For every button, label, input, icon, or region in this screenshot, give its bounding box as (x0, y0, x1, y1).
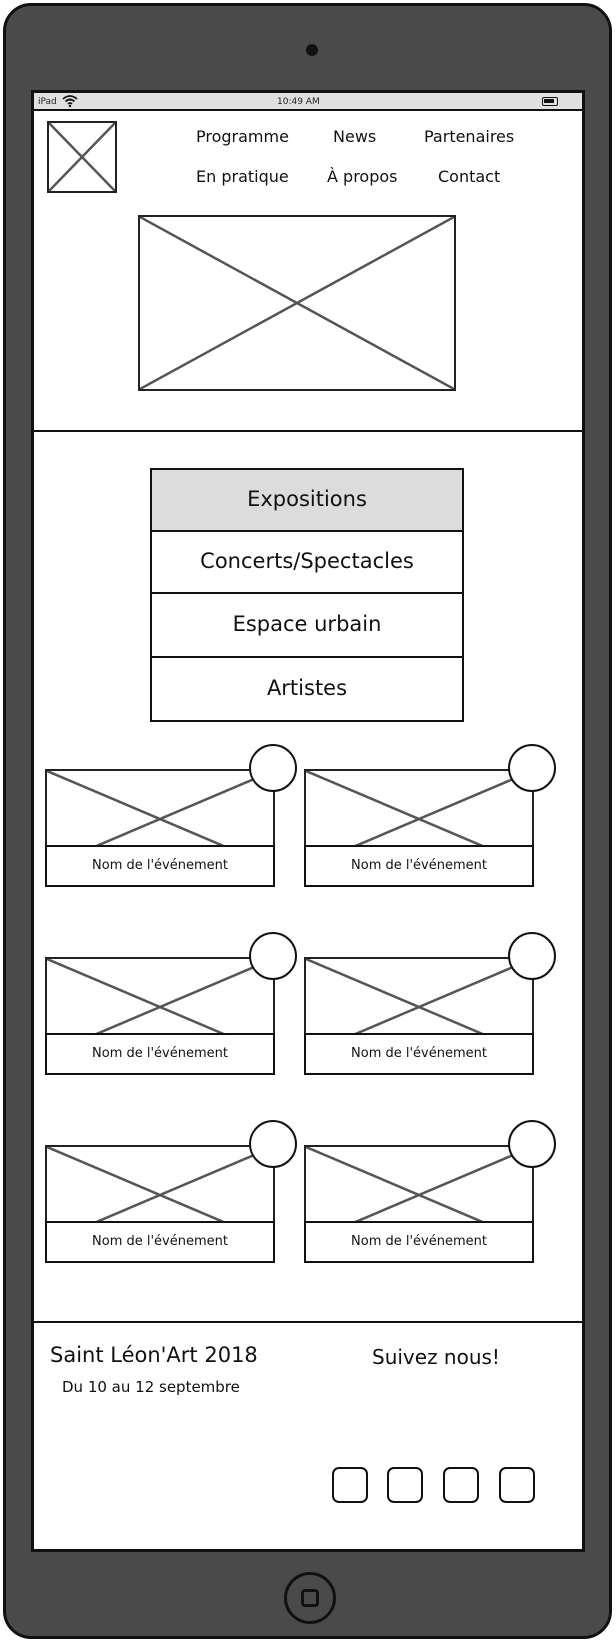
wifi-icon (62, 95, 78, 108)
event-circle-button[interactable] (249, 932, 297, 980)
event-card[interactable]: Nom de l'événement (45, 932, 297, 1077)
footer-divider (34, 1321, 582, 1323)
camera-icon (306, 44, 318, 56)
event-name[interactable]: Nom de l'événement (45, 1033, 275, 1075)
social-icon[interactable] (499, 1467, 535, 1503)
footer-dates: Du 10 au 12 septembre (62, 1378, 240, 1396)
event-name[interactable]: Nom de l'événement (304, 1033, 534, 1075)
event-card[interactable]: Nom de l'événement (304, 932, 556, 1077)
screen: iPad 10:49 AM Programme News Partenaires… (31, 90, 585, 1552)
event-name[interactable]: Nom de l'événement (45, 845, 275, 887)
nav-en-pratique[interactable]: En pratique (196, 167, 289, 186)
nav-programme[interactable]: Programme (196, 127, 289, 146)
home-square-icon (301, 1589, 319, 1607)
status-bar: iPad 10:49 AM (34, 93, 582, 111)
social-icon[interactable] (443, 1467, 479, 1503)
event-card[interactable]: Nom de l'événement (45, 744, 297, 889)
logo-image-placeholder (47, 121, 117, 193)
event-card[interactable]: Nom de l'événement (304, 744, 556, 889)
footer-title: Saint Léon'Art 2018 (50, 1343, 258, 1367)
tab-expositions[interactable]: Expositions (150, 468, 464, 532)
nav-contact[interactable]: Contact (438, 167, 500, 186)
event-name[interactable]: Nom de l'événement (304, 1221, 534, 1263)
header-divider (34, 430, 582, 432)
event-name[interactable]: Nom de l'événement (304, 845, 534, 887)
follow-us-label: Suivez nous! (372, 1345, 500, 1369)
event-card[interactable]: Nom de l'événement (304, 1120, 556, 1265)
event-circle-button[interactable] (249, 744, 297, 792)
hero-image-placeholder (138, 215, 456, 391)
device-label: iPad (38, 97, 57, 107)
social-icon[interactable] (387, 1467, 423, 1503)
nav-news[interactable]: News (333, 127, 376, 146)
nav-partenaires[interactable]: Partenaires (424, 127, 514, 146)
status-time: 10:49 AM (277, 97, 320, 107)
tab-artistes[interactable]: Artistes (150, 656, 464, 722)
battery-icon (542, 97, 558, 106)
home-button[interactable] (284, 1572, 336, 1624)
event-circle-button[interactable] (249, 1120, 297, 1168)
event-circle-button[interactable] (508, 744, 556, 792)
tab-espace-urbain[interactable]: Espace urbain (150, 592, 464, 658)
event-circle-button[interactable] (508, 932, 556, 980)
social-icon[interactable] (332, 1467, 368, 1503)
event-circle-button[interactable] (508, 1120, 556, 1168)
event-card[interactable]: Nom de l'événement (45, 1120, 297, 1265)
event-name[interactable]: Nom de l'événement (45, 1221, 275, 1263)
nav-a-propos[interactable]: À propos (327, 167, 397, 186)
tab-concerts-spectacles[interactable]: Concerts/Spectacles (150, 530, 464, 594)
